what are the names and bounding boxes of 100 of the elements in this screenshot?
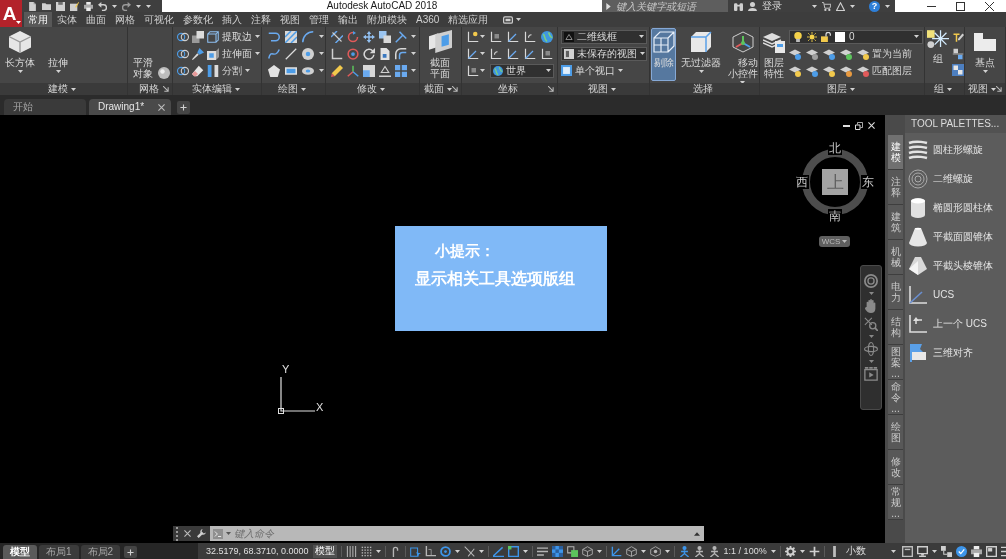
caret-icon[interactable] xyxy=(454,549,460,553)
caret-icon[interactable] xyxy=(596,549,602,553)
ribbon-tab[interactable]: 网格 xyxy=(111,12,139,27)
sign-in-link[interactable]: 登录 xyxy=(762,1,782,11)
overlapping-circles-icon[interactable] xyxy=(177,30,189,43)
curve-icon[interactable] xyxy=(268,47,280,60)
cone-icon[interactable] xyxy=(908,226,928,247)
layer-dot-icon[interactable] xyxy=(857,47,869,60)
overlapping-circles-icon[interactable] xyxy=(177,64,189,77)
compass-label[interactable]: 北 xyxy=(828,141,842,155)
compass-label[interactable]: 西 xyxy=(795,175,809,189)
cart-icon[interactable] xyxy=(822,1,831,11)
layout-tab[interactable]: 布局2 xyxy=(80,545,121,559)
figure-icon[interactable] xyxy=(708,545,720,557)
ribbon-button[interactable]: 分割 xyxy=(207,64,250,77)
palette-item[interactable]: 平截面圆锥体 xyxy=(905,222,1006,251)
compass-label[interactable]: 东 xyxy=(861,175,875,189)
steering-wheel-icon[interactable] xyxy=(864,274,878,288)
open-padlock-icon[interactable] xyxy=(821,31,831,42)
caret-icon[interactable] xyxy=(319,52,324,55)
caret-icon[interactable] xyxy=(516,18,522,21)
polar-circle-icon[interactable] xyxy=(439,545,451,557)
caret-icon[interactable] xyxy=(17,70,23,73)
palette-item[interactable]: 上一个 UCS xyxy=(905,309,1006,338)
triangle-icon[interactable] xyxy=(836,1,845,11)
dropdown[interactable]: 世界 xyxy=(490,63,554,78)
layer-dot-icon[interactable] xyxy=(857,64,869,77)
ribbon-tab[interactable]: 插入 xyxy=(218,12,246,27)
caret-icon[interactable] xyxy=(226,532,231,535)
restore-icon[interactable] xyxy=(855,122,863,130)
caret-icon[interactable] xyxy=(698,70,704,73)
layers-icon[interactable] xyxy=(763,31,785,53)
ribbon-button[interactable]: 匹配图层 xyxy=(857,64,912,77)
branch-lines-icon[interactable] xyxy=(395,30,407,43)
palette-item[interactable]: UCS xyxy=(905,280,1006,309)
caret-icon[interactable] xyxy=(480,69,485,72)
caret-icon[interactable] xyxy=(799,549,805,553)
wire-cube-icon[interactable] xyxy=(652,31,675,53)
section-plane-icon[interactable] xyxy=(428,30,452,53)
axis-tripod-icon[interactable] xyxy=(347,64,359,77)
corner-arrow-icon[interactable] xyxy=(548,86,554,92)
ribbon-button[interactable]: 剔除 xyxy=(651,28,676,81)
caret-icon[interactable] xyxy=(868,292,874,295)
caret-icon[interactable] xyxy=(411,35,416,38)
help-button[interactable]: ? xyxy=(869,0,880,12)
panel-title[interactable]: 视图 xyxy=(968,84,996,94)
layer-dot-icon[interactable] xyxy=(806,64,818,77)
split-bars-icon[interactable] xyxy=(207,64,219,77)
caret-icon[interactable] xyxy=(447,87,452,91)
caret-icon[interactable] xyxy=(234,87,240,91)
target-ring-icon[interactable] xyxy=(347,47,359,60)
ribbon-tab[interactable]: 常用 xyxy=(24,12,52,27)
caret-icon[interactable] xyxy=(411,52,416,55)
face-box-icon[interactable] xyxy=(207,47,219,60)
stacked-squares-icon[interactable] xyxy=(566,545,578,557)
snap-square-icon[interactable] xyxy=(507,545,519,557)
property-box-icon[interactable] xyxy=(901,545,913,557)
corner-arrow-icon[interactable] xyxy=(452,86,458,92)
ribbon-button[interactable]: 置为当前 xyxy=(857,47,912,60)
cube-icon[interactable] xyxy=(9,31,31,53)
minimize-icon[interactable] xyxy=(927,5,936,7)
caret-icon[interactable] xyxy=(982,70,988,73)
brush-icon[interactable] xyxy=(192,47,204,60)
document-tab[interactable]: Drawing1* xyxy=(89,99,171,115)
dropdown[interactable]: 未保存的视图 xyxy=(561,46,647,61)
palette-tab[interactable]: 常规... xyxy=(888,485,903,520)
ribbon-tab[interactable]: 精选应用 xyxy=(444,12,493,27)
triangle-line-icon[interactable] xyxy=(379,64,391,77)
lines-icon[interactable] xyxy=(536,545,548,557)
palette-item[interactable]: 平截头棱锥体 xyxy=(905,251,1006,280)
person-icon[interactable] xyxy=(748,1,757,11)
palette-tab[interactable]: 结构 xyxy=(888,310,903,345)
ribbon-button[interactable]: 截面平面 xyxy=(426,30,454,79)
caret-icon[interactable] xyxy=(885,4,890,8)
linked-squares-icon[interactable] xyxy=(940,545,952,557)
palette-item[interactable]: 二维螺旋 xyxy=(905,164,1006,193)
ribbon-tab[interactable]: 可视化 xyxy=(140,12,178,27)
ribbon-tab[interactable]: 实体 xyxy=(53,12,81,27)
corner-icon[interactable] xyxy=(331,47,343,60)
axes-return-icon[interactable] xyxy=(908,313,928,334)
command-input[interactable]: 键入命令 xyxy=(234,527,691,540)
caret-icon[interactable] xyxy=(255,52,260,55)
layer-dot-icon[interactable] xyxy=(823,64,835,77)
spiral-icon[interactable] xyxy=(908,168,928,189)
panel-title[interactable]: 视图 xyxy=(588,84,616,94)
binoculars-icon[interactable] xyxy=(734,1,743,11)
layout-tab[interactable]: 模型 xyxy=(3,545,37,559)
panel-title[interactable]: 选择 xyxy=(693,84,713,94)
ribbon-button[interactable]: 无过滤器 xyxy=(679,28,723,74)
corner-arrow-icon[interactable] xyxy=(163,86,169,92)
gear-icon[interactable] xyxy=(784,545,796,557)
gizmo-icon[interactable] xyxy=(731,31,754,53)
ribbon-button[interactable]: 平滑对象 xyxy=(132,31,154,79)
caret-icon[interactable] xyxy=(16,21,21,24)
panel-title[interactable]: 图层 xyxy=(826,84,855,94)
panel-title[interactable]: 修改 xyxy=(357,84,385,94)
model-space-button[interactable]: 模型 xyxy=(312,544,337,558)
palette-tab[interactable]: 机械 xyxy=(888,240,903,275)
cube-icon[interactable] xyxy=(690,31,712,53)
copy-icon[interactable] xyxy=(379,30,391,43)
